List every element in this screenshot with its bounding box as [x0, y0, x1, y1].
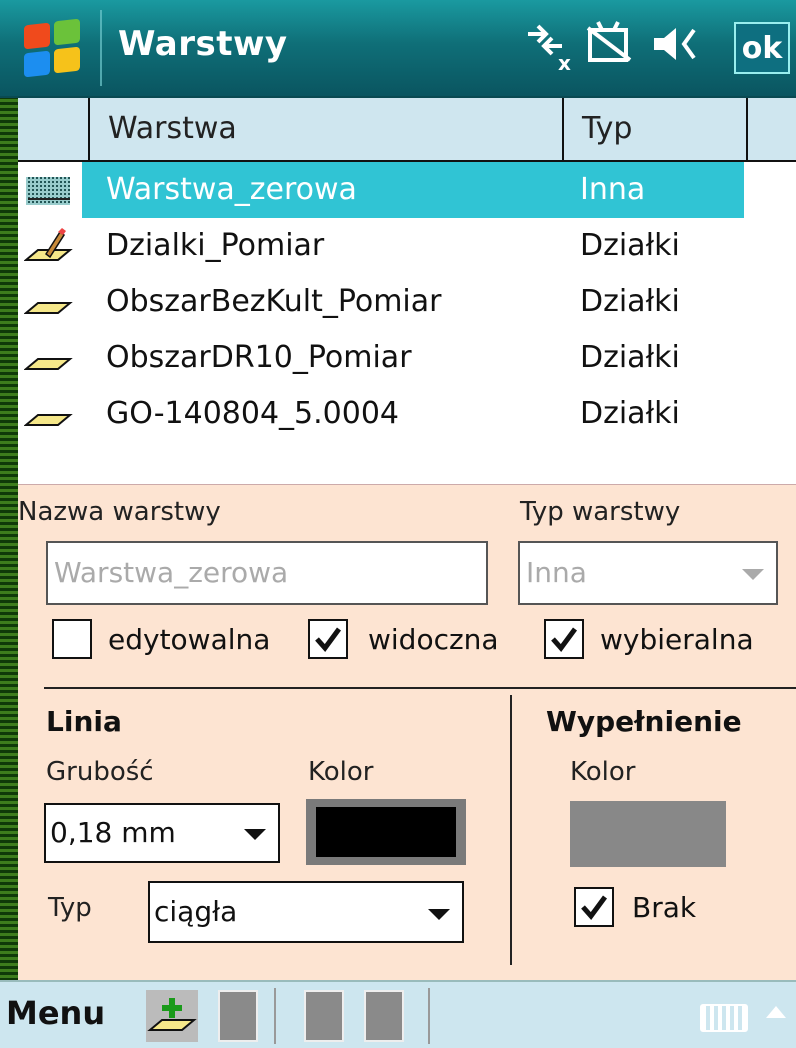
fill-heading: Wypełnienie [546, 705, 742, 738]
parallelogram-icon [23, 396, 74, 432]
chevron-up-icon[interactable] [766, 1006, 786, 1018]
windows-start-icon[interactable] [22, 18, 84, 78]
toolbar-button-1[interactable] [218, 990, 258, 1042]
thickness-label: Grubość [46, 757, 154, 787]
editable-label: edytowalna [108, 623, 271, 656]
layer-type: Działki [580, 396, 680, 431]
list-item[interactable]: GO-140804_5.0004 Działki [18, 386, 796, 442]
layer-type-select[interactable]: Inna [518, 541, 778, 605]
layer-name: Warstwa_zerowa [106, 172, 357, 207]
ok-button[interactable]: ok [734, 22, 790, 74]
header-icon-column [18, 98, 90, 160]
visible-checkbox[interactable] [308, 619, 348, 659]
chevron-down-icon [244, 829, 266, 840]
toolbar-separator [274, 988, 276, 1044]
title-bar: Warstwy x ok [0, 0, 796, 98]
parallelogram-icon [23, 340, 74, 376]
layer-name: ObszarBezKult_Pomiar [106, 284, 442, 319]
checkmark-icon [551, 627, 578, 652]
chevron-down-icon [428, 909, 450, 920]
layer-name-label: Nazwa warstwy [18, 497, 221, 527]
layer-type: Działki [580, 228, 680, 263]
layer-name: Dzialki_Pomiar [106, 228, 325, 263]
fill-none-checkbox[interactable] [574, 887, 614, 927]
layer-type: Działki [580, 340, 680, 375]
bottom-menu-bar: Menu [0, 980, 796, 1048]
divider-horizontal [44, 687, 796, 689]
divider-vertical [510, 695, 512, 965]
list-item[interactable]: ObszarDR10_Pomiar Działki [18, 330, 796, 386]
phone-off-icon[interactable] [584, 16, 634, 82]
layer-name-field[interactable]: Warstwa_zerowa [46, 541, 488, 605]
thickness-value: 0,18 mm [50, 816, 176, 849]
fill-none-label: Brak [632, 891, 697, 924]
layer-properties-panel: Nazwa warstwy Typ warstwy Warstwa_zerowa… [18, 484, 796, 981]
editable-checkbox[interactable] [52, 619, 92, 659]
line-color-fill [316, 807, 456, 857]
fill-color-label: Kolor [570, 757, 636, 787]
checkmark-icon [581, 895, 608, 920]
selectable-checkbox[interactable] [544, 619, 584, 659]
title-separator [100, 10, 102, 86]
fill-color-swatch[interactable] [570, 801, 726, 867]
column-header-typ[interactable]: Typ [564, 98, 748, 160]
layer-list: Warstwa_zerowa Inna Dzialki_Pomiar Dział… [18, 162, 796, 484]
line-heading: Linia [46, 705, 122, 738]
add-layer-icon[interactable] [146, 990, 198, 1042]
left-edge-stripe [0, 0, 18, 980]
thickness-select[interactable]: 0,18 mm [44, 803, 280, 863]
checkmark-icon [315, 627, 342, 652]
list-item[interactable]: Warstwa_zerowa Inna [18, 162, 796, 218]
volume-icon[interactable] [650, 16, 706, 82]
line-color-label: Kolor [308, 757, 374, 787]
layer-name: GO-140804_5.0004 [106, 396, 400, 431]
line-type-value: ciągła [154, 895, 238, 928]
layer-name: ObszarDR10_Pomiar [106, 340, 412, 375]
line-type-label: Typ [48, 893, 92, 923]
toolbar-separator [428, 988, 430, 1044]
line-type-select[interactable]: ciągła [148, 881, 464, 943]
connectivity-icon[interactable]: x [522, 16, 574, 82]
window-title: Warstwy [118, 24, 288, 64]
list-item[interactable]: ObszarBezKult_Pomiar Działki [18, 274, 796, 330]
layer-type-value: Inna [526, 556, 587, 589]
svg-text:x: x [558, 51, 571, 72]
column-header-warstwa[interactable]: Warstwa [90, 98, 564, 160]
selectable-label: wybieralna [600, 623, 754, 656]
parallelogram-icon [23, 284, 74, 320]
toolbar-button-2[interactable] [304, 990, 344, 1042]
list-item[interactable]: Dzialki_Pomiar Działki [18, 218, 796, 274]
edit-layer-icon [23, 228, 74, 264]
line-color-swatch[interactable] [306, 799, 466, 865]
menu-button[interactable]: Menu [6, 994, 105, 1032]
layer-type: Inna [580, 172, 646, 207]
visible-label: widoczna [368, 623, 499, 656]
layer-type-label: Typ warstwy [520, 497, 681, 527]
list-header: Warstwa Typ [18, 98, 796, 162]
layer-type: Działki [580, 284, 680, 319]
toolbar-button-3[interactable] [364, 990, 404, 1042]
keyboard-icon[interactable] [700, 1004, 748, 1032]
chevron-down-icon [742, 569, 764, 580]
layer-grid-icon [24, 172, 74, 208]
